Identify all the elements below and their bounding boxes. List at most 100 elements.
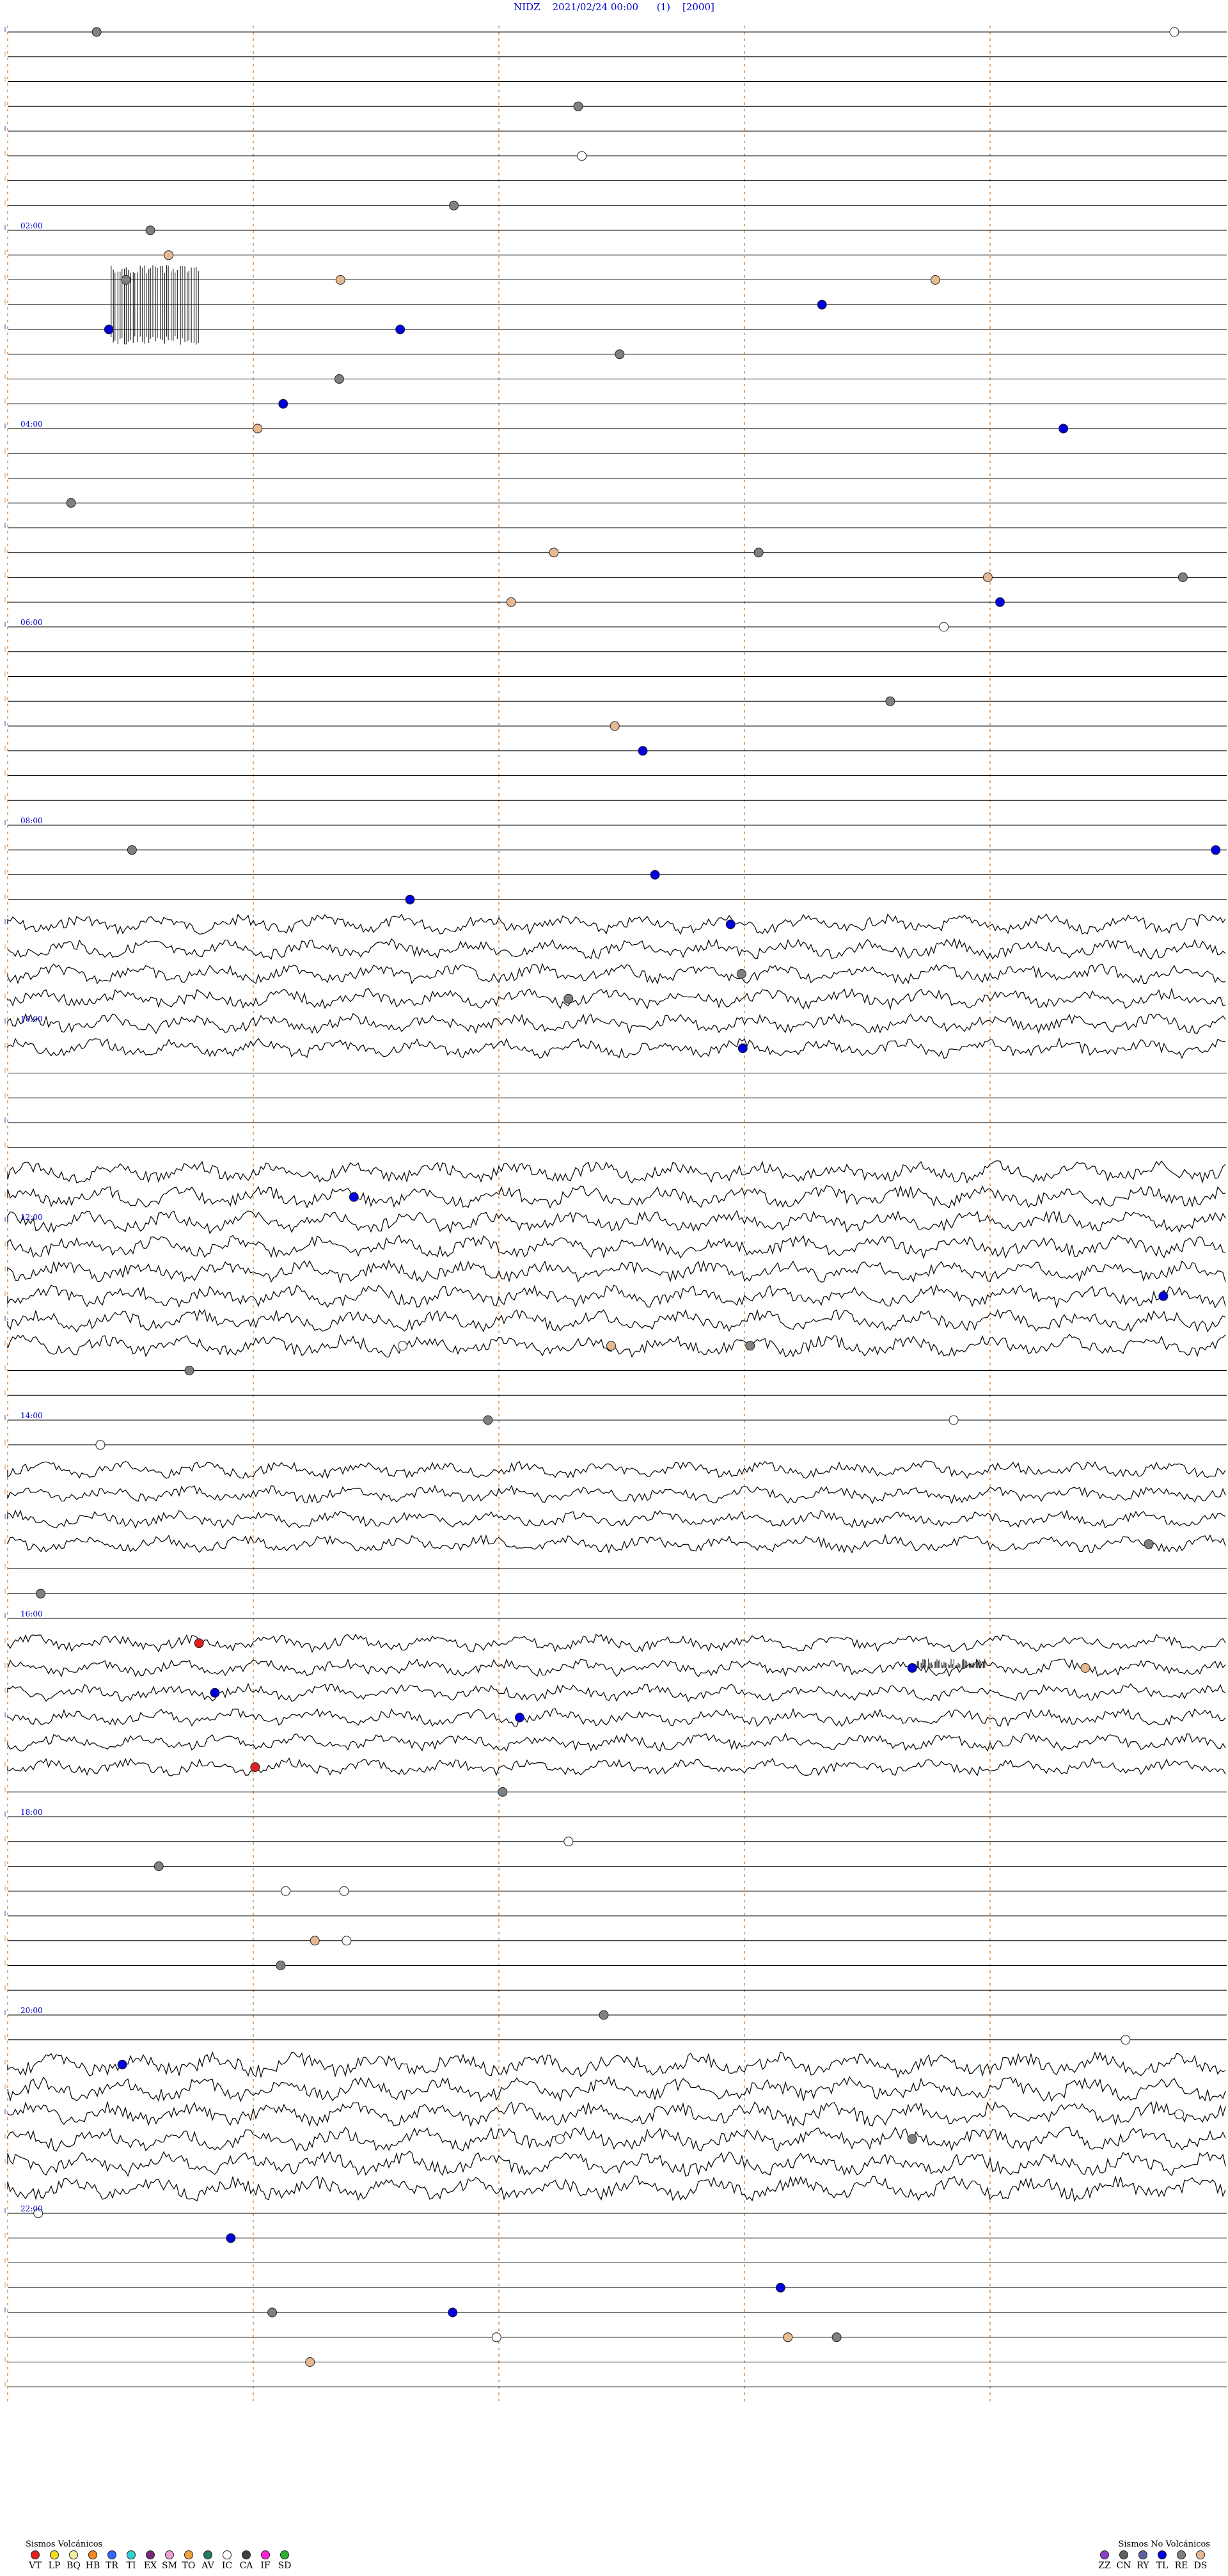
- hour-label: 12:00: [20, 1213, 43, 1222]
- legend-label: SM: [162, 2561, 177, 2571]
- event-marker: [573, 101, 583, 111]
- event-marker: [226, 2233, 236, 2243]
- event-marker: [939, 622, 949, 632]
- legend-label: LP: [48, 2561, 61, 2571]
- legend-label: TI: [126, 2561, 136, 2571]
- event-marker: [995, 597, 1005, 607]
- event-marker: [775, 2282, 785, 2293]
- event-marker: [95, 1440, 106, 1450]
- trace-line: [7, 1509, 1226, 1529]
- legend-label: RE: [1174, 2561, 1188, 2571]
- event-marker: [405, 894, 415, 905]
- legend-swatch: [88, 2550, 97, 2559]
- trace-line: [7, 2126, 1226, 2153]
- legend-item: VT: [26, 2550, 45, 2571]
- legend-item: ZZ: [1095, 2550, 1114, 2571]
- legend-item: CA: [237, 2550, 256, 2571]
- legend-volcanic: Sismos Volcánicos VT LP BQ HB TR TI EX SM TO AV IC…: [26, 2540, 294, 2571]
- event-marker: [1211, 845, 1221, 855]
- hour-label: 22:00: [20, 2204, 43, 2213]
- legend-swatch: [223, 2550, 232, 2559]
- hour-label: 06:00: [20, 618, 43, 627]
- event-marker: [253, 423, 263, 434]
- legend-swatch: [1138, 2550, 1147, 2559]
- legend-label: IF: [260, 2561, 271, 2571]
- legend-swatch: [203, 2550, 212, 2559]
- trace-line: [7, 1013, 1226, 1034]
- trace-line: [7, 1210, 1226, 1235]
- legend-label: RY: [1137, 2561, 1149, 2571]
- event-marker: [736, 969, 746, 979]
- event-marker: [1158, 1291, 1169, 1301]
- legend-item: HB: [83, 2550, 102, 2571]
- event-marker: [737, 1043, 748, 1054]
- trace-line: [7, 1160, 1226, 1184]
- event-marker: [210, 1687, 220, 1698]
- legend-label: VT: [29, 2561, 42, 2571]
- trace-line: [7, 1732, 1226, 1752]
- event-marker: [506, 597, 516, 607]
- legend-swatch: [1177, 2550, 1186, 2559]
- event-marker: [610, 721, 620, 731]
- legend-swatch: [165, 2550, 174, 2559]
- trace-line: [7, 1682, 1226, 1703]
- event-marker: [184, 1366, 194, 1375]
- trace-line: [7, 2151, 1226, 2177]
- legend-swatch: [1100, 2550, 1109, 2559]
- event-marker: [563, 1837, 574, 1847]
- event-marker: [335, 275, 345, 285]
- legend-label: TR: [106, 2561, 118, 2571]
- event-marker: [1174, 2109, 1185, 2119]
- event-marker: [907, 2134, 917, 2144]
- legend-swatch: [1119, 2550, 1128, 2559]
- legend-swatch: [146, 2550, 155, 2559]
- event-marker: [154, 1861, 164, 1871]
- legend-swatch: [127, 2550, 136, 2559]
- event-marker: [949, 1415, 959, 1425]
- event-marker: [104, 324, 114, 335]
- event-marker: [1080, 1663, 1090, 1673]
- trace-line: [7, 1284, 1226, 1309]
- event-marker: [831, 2332, 842, 2343]
- event-marker: [817, 299, 827, 310]
- hour-label: 18:00: [20, 1808, 43, 1817]
- trace-line: [7, 913, 1226, 935]
- event-marker: [305, 2357, 315, 2367]
- hour-label: 08:00: [20, 816, 43, 825]
- trace-line: [7, 2175, 1226, 2202]
- trace-line: [7, 1658, 1226, 1678]
- legend-label: DS: [1193, 2561, 1208, 2571]
- trace-line: [7, 1757, 1226, 1777]
- event-marker: [395, 324, 405, 335]
- event-marker: [563, 993, 574, 1004]
- legend-item: SM: [160, 2550, 179, 2571]
- legend-swatch: [184, 2550, 193, 2559]
- event-marker: [276, 1961, 286, 1970]
- event-marker: [334, 374, 344, 384]
- event-marker: [907, 1663, 917, 1673]
- legend-label: TO: [182, 2561, 196, 2571]
- event-marker: [638, 746, 648, 756]
- event-marker: [599, 2010, 609, 2020]
- legend-swatch: [1158, 2550, 1167, 2559]
- legend-volcanic-items: VT LP BQ HB TR TI EX SM TO AV IC CA IF SD: [26, 2550, 294, 2571]
- event-marker: [885, 696, 895, 706]
- trace-line: [7, 1633, 1226, 1654]
- event-marker: [339, 1886, 349, 1896]
- legend-item: SD: [275, 2550, 294, 2571]
- trace-line: [7, 1533, 1226, 1554]
- event-marker: [725, 919, 736, 929]
- event-marker: [121, 275, 131, 285]
- event-marker: [498, 1787, 508, 1797]
- event-marker: [931, 275, 940, 285]
- hour-label: 14:00: [20, 1411, 43, 1420]
- legend-item: TR: [102, 2550, 122, 2571]
- seismic-traces: [7, 31, 1227, 2387]
- hour-label: 02:00: [20, 221, 43, 230]
- event-marker: [753, 548, 764, 558]
- legend-swatch: [69, 2550, 78, 2559]
- legend-label: SD: [278, 2561, 292, 2571]
- event-marker: [1059, 423, 1069, 434]
- event-marker: [250, 1762, 260, 1772]
- legend-label: IC: [221, 2561, 233, 2571]
